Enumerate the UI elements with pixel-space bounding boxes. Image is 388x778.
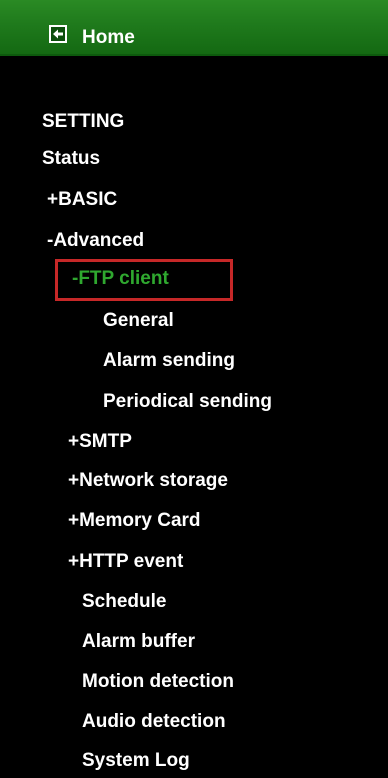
back-arrow-icon[interactable] (49, 25, 67, 43)
menu-item-memory-card-label: Memory Card (79, 510, 201, 531)
menu-item-ftp-general-label: General (103, 310, 174, 331)
menu-item-ftp-client-label: FTP client (78, 268, 169, 289)
menu-item-audio-detection[interactable]: Audio detection (82, 710, 226, 734)
menu-item-system-log[interactable]: System Log (82, 749, 190, 773)
menu-item-motion-detection-label: Motion detection (82, 671, 234, 692)
menu-item-memory-card[interactable]: +Memory Card (68, 509, 201, 533)
menu-item-status[interactable]: Status (42, 147, 100, 171)
expand-icon: + (68, 551, 80, 572)
menu-item-motion-detection[interactable]: Motion detection (82, 670, 234, 694)
menu-item-ftp-periodical-sending-label: Periodical sending (103, 391, 272, 412)
menu-item-network-storage[interactable]: +Network storage (68, 469, 228, 493)
menu-item-http-event-label: HTTP event (79, 551, 184, 572)
menu-item-audio-detection-label: Audio detection (82, 711, 226, 732)
menu-item-ftp-alarm-sending[interactable]: Alarm sending (103, 349, 235, 373)
expand-icon: + (47, 189, 59, 210)
menu-item-schedule-label: Schedule (82, 591, 167, 612)
expand-icon: + (68, 470, 80, 491)
menu-heading-setting: SETTING (42, 111, 125, 132)
menu-item-system-log-label: System Log (82, 750, 190, 771)
menu-item-alarm-buffer-label: Alarm buffer (82, 631, 195, 652)
menu-item-ftp-client[interactable]: -FTP client (72, 267, 169, 291)
menu-item-ftp-alarm-sending-label: Alarm sending (103, 350, 235, 371)
menu-item-advanced[interactable]: -Advanced (47, 229, 144, 253)
settings-side-menu: Home SETTING Status +BASIC -Advanced -FT… (0, 0, 388, 778)
menu-item-http-event[interactable]: +HTTP event (68, 550, 183, 574)
menu-item-status-label: Status (42, 148, 101, 169)
menu-item-schedule[interactable]: Schedule (82, 590, 166, 614)
expand-icon: + (68, 510, 80, 531)
home-bar[interactable]: Home (0, 0, 388, 56)
expand-icon: + (68, 431, 80, 452)
menu-item-basic[interactable]: +BASIC (47, 188, 117, 212)
home-label[interactable]: Home (82, 27, 135, 49)
menu-item-basic-label: BASIC (58, 189, 118, 210)
menu-item-network-storage-label: Network storage (79, 470, 228, 491)
menu-item-smtp[interactable]: +SMTP (68, 430, 132, 454)
menu-item-ftp-periodical-sending[interactable]: Periodical sending (103, 390, 272, 414)
menu-item-advanced-label: Advanced (53, 230, 145, 251)
menu-item-ftp-general[interactable]: General (103, 309, 174, 333)
menu-item-alarm-buffer[interactable]: Alarm buffer (82, 630, 195, 654)
menu-item-smtp-label: SMTP (79, 431, 132, 452)
